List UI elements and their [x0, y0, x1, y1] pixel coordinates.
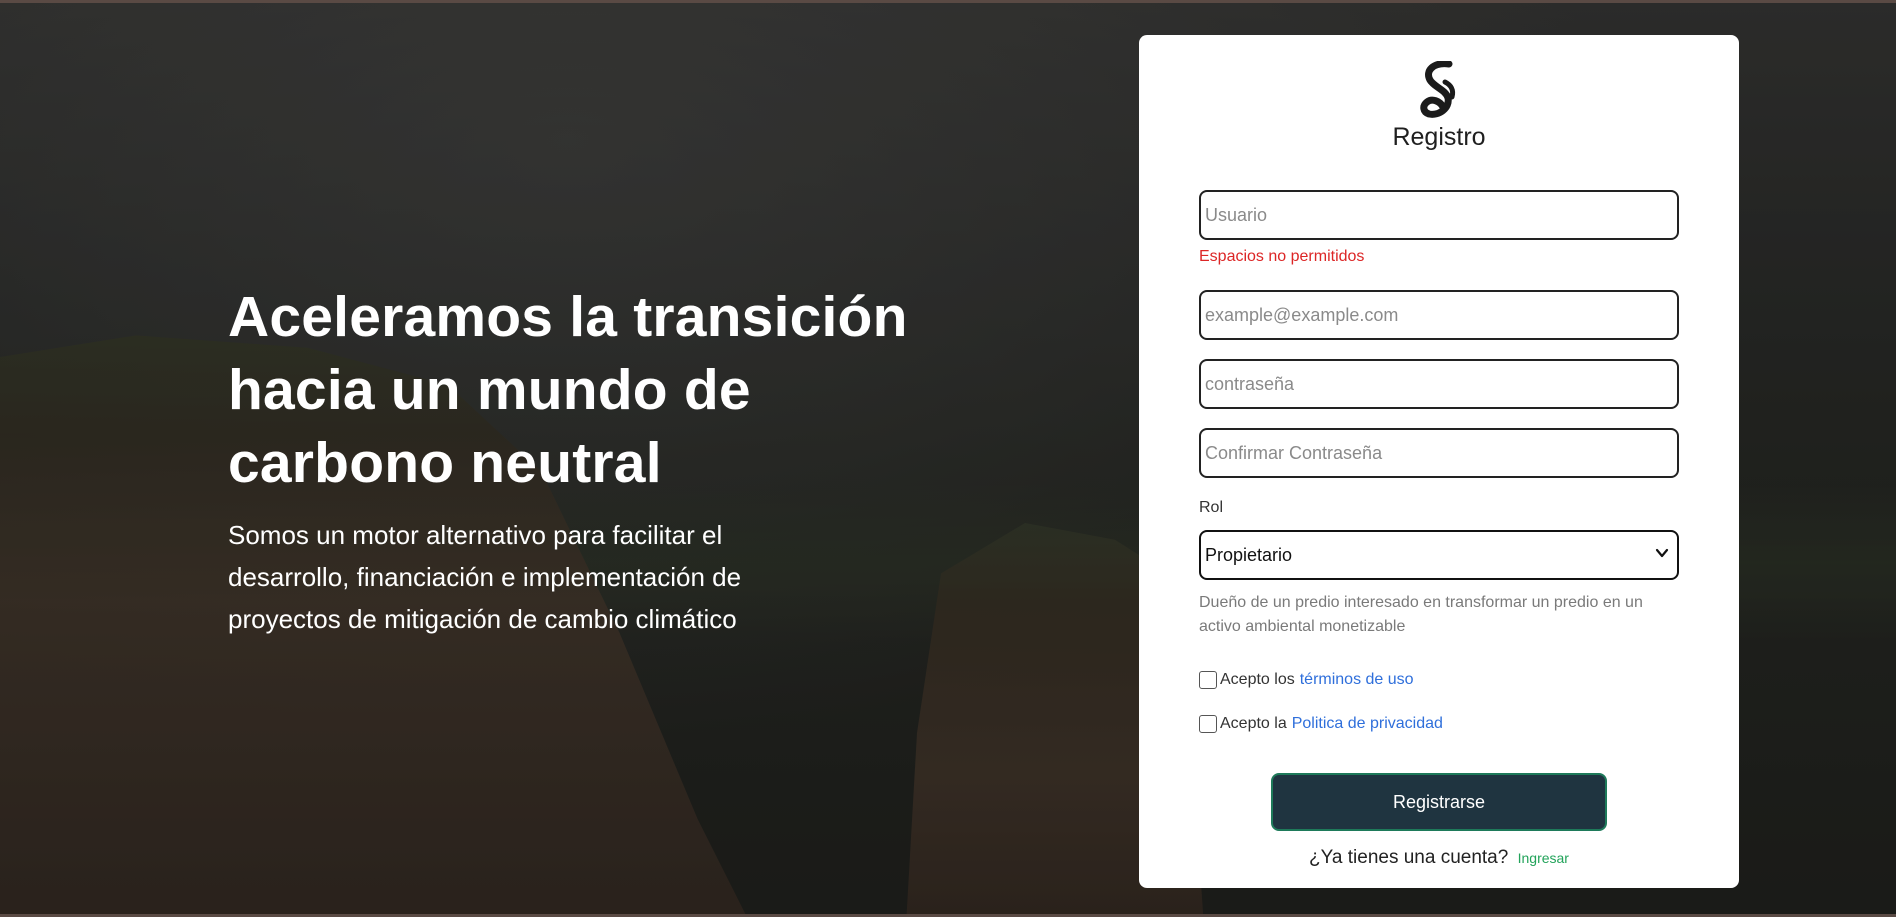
username-error-text: Espacios no permitidos — [1199, 248, 1365, 265]
form-title: Registro — [1392, 123, 1486, 151]
privacy-row: Acepto la Politica de privacidad — [1199, 715, 1443, 733]
hero-section: Aceleramos la transición hacia un mundo … — [228, 281, 928, 640]
email-input[interactable] — [1199, 290, 1679, 340]
terms-row: Acepto los términos de uso — [1199, 671, 1414, 689]
login-prompt: ¿Ya tienes una cuenta? Ingresar — [1139, 847, 1739, 869]
role-label: Rol — [1199, 499, 1224, 516]
registration-page: Aceleramos la transición hacia un mundo … — [0, 0, 1896, 917]
username-input[interactable] — [1199, 190, 1679, 240]
password-input[interactable] — [1199, 359, 1679, 409]
role-select[interactable]: Propietario — [1199, 530, 1679, 580]
logo-container — [1139, 60, 1739, 124]
register-button[interactable]: Registrarse — [1271, 773, 1607, 831]
brand-logo-icon — [1419, 60, 1459, 124]
terms-label: Acepto los — [1220, 671, 1295, 688]
hero-title: Aceleramos la transición hacia un mundo … — [228, 285, 908, 495]
privacy-checkbox[interactable] — [1199, 715, 1217, 733]
privacy-link[interactable]: Politica de privacidad — [1292, 715, 1443, 733]
register-card: Registro Espacios no permitidos Rol Prop… — [1139, 35, 1739, 888]
hero-subtitle: Somos un motor alternativo para facilita… — [228, 520, 742, 634]
role-description: Dueño de un predio interesado en transfo… — [1199, 594, 1643, 635]
have-account-text: ¿Ya tienes una cuenta? — [1309, 847, 1509, 868]
login-link[interactable]: Ingresar — [1518, 850, 1569, 866]
terms-checkbox[interactable] — [1199, 671, 1217, 689]
privacy-label: Acepto la — [1220, 715, 1287, 732]
terms-link[interactable]: términos de uso — [1300, 671, 1414, 689]
role-select-wrapper: Propietario — [1199, 530, 1679, 580]
confirm-password-input[interactable] — [1199, 428, 1679, 478]
